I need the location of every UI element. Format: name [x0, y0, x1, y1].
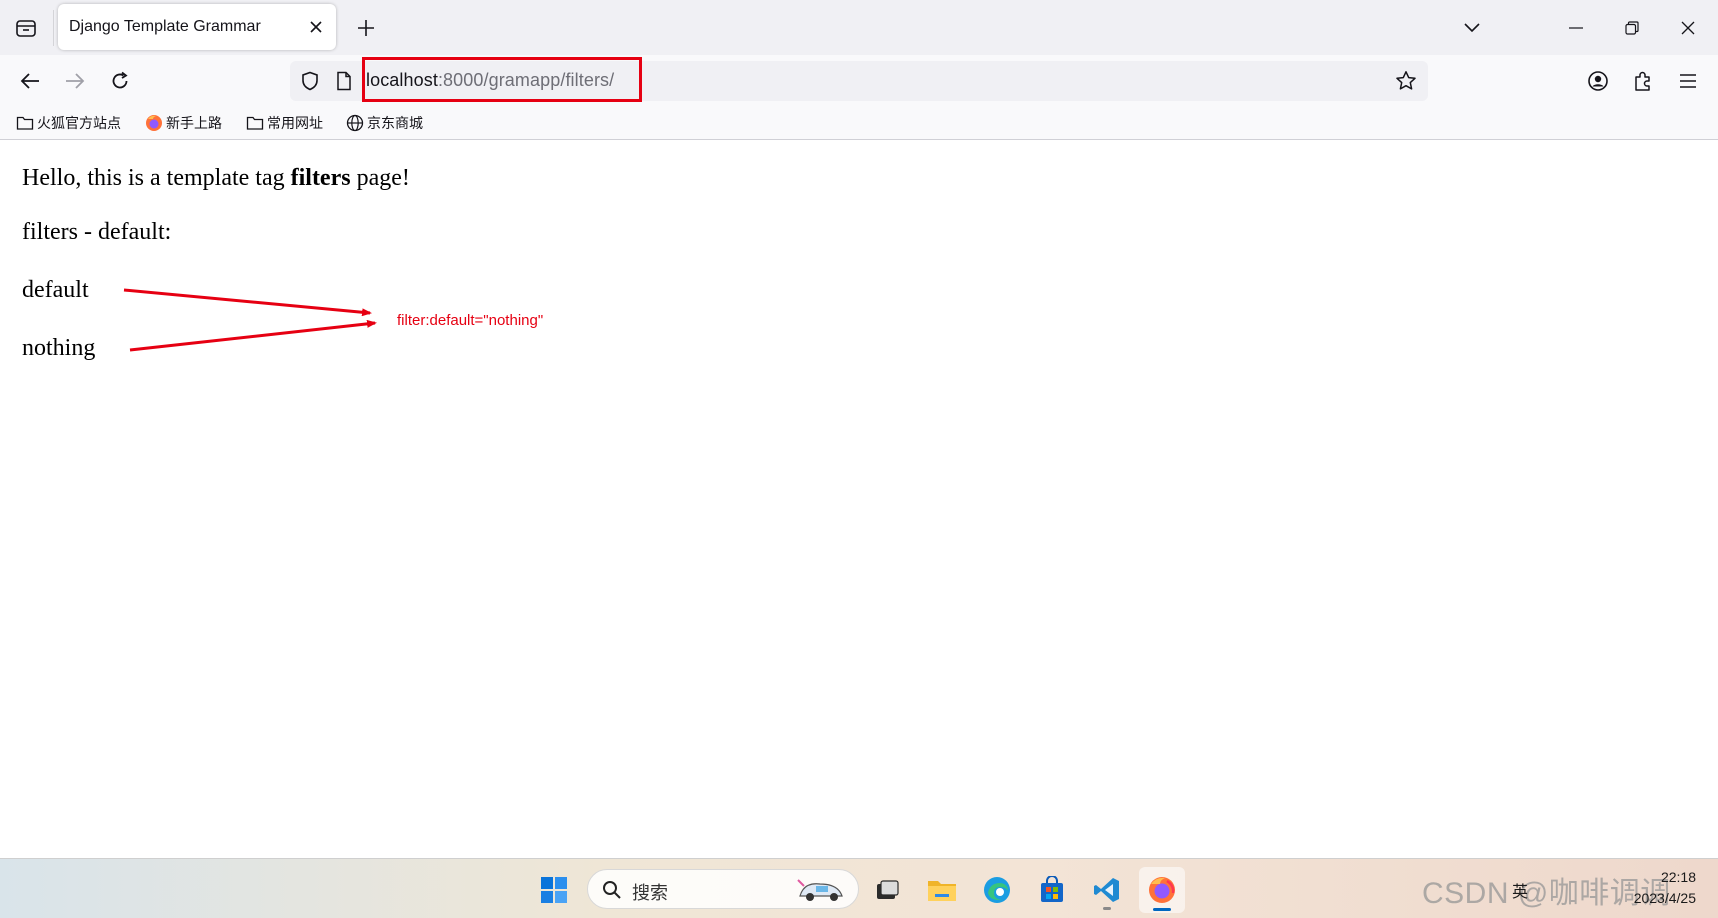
bookmark-label: 新手上路 — [166, 115, 222, 131]
task-view-icon[interactable] — [864, 867, 910, 913]
chevron-down-icon[interactable] — [1454, 10, 1490, 46]
edge-icon[interactable] — [974, 867, 1020, 913]
running-indicator — [1103, 907, 1111, 910]
language-indicator[interactable]: 英 — [1512, 878, 1528, 902]
tab-separator — [53, 10, 54, 46]
active-indicator — [1153, 908, 1171, 911]
tab-active[interactable]: Django Template Grammar — [58, 4, 336, 50]
windows-start-icon[interactable] — [531, 867, 577, 913]
menu-icon[interactable] — [1669, 62, 1707, 100]
bookmark-label: 火狐官方站点 — [37, 115, 121, 131]
close-window-icon[interactable] — [1660, 0, 1716, 55]
tab-strip: Django Template Grammar — [0, 0, 1718, 55]
taskbar-search[interactable]: 搜索 — [587, 869, 859, 909]
system-clock[interactable]: 22:18 2023/4/25 — [1634, 867, 1696, 909]
tab-close-icon[interactable] — [306, 17, 326, 37]
url-highlight-box — [362, 57, 642, 102]
bookmark-item[interactable]: 京东商城 — [346, 111, 423, 135]
globe-icon — [346, 114, 364, 132]
firefox-icon — [146, 115, 162, 131]
restore-icon[interactable] — [1604, 0, 1660, 55]
annotation-label: filter:default="nothing" — [397, 312, 544, 329]
vscode-icon[interactable] — [1084, 867, 1130, 913]
clock-time: 22:18 — [1660, 869, 1696, 885]
bookmark-item[interactable]: 常用网址 — [246, 111, 323, 135]
clock-date: 2023/4/25 — [1633, 890, 1696, 906]
firefox-taskbar-icon[interactable] — [1139, 867, 1185, 913]
shield-icon[interactable] — [298, 69, 322, 93]
page-content: Hello, this is a template tag filters pa… — [0, 141, 1718, 858]
arrow-to-default — [123, 288, 372, 317]
account-icon[interactable] — [1579, 62, 1617, 100]
extensions-icon[interactable] — [1624, 62, 1662, 100]
microsoft-store-icon[interactable] — [1029, 867, 1075, 913]
arrow-to-nothing — [129, 319, 377, 352]
folder-icon — [246, 116, 264, 130]
bookmark-item[interactable]: 火狐官方站点 — [16, 111, 121, 135]
taskbar: 搜索 CSDN @咖啡调调 英 22:18 2023/4/25 — [0, 858, 1718, 918]
bookmark-label: 常用网址 — [267, 115, 323, 131]
tab-title: Django Template Grammar — [69, 18, 261, 35]
bookmark-label: 京东商城 — [367, 115, 423, 131]
annotation-arrows — [123, 288, 377, 352]
forward-icon[interactable] — [56, 62, 94, 100]
bookmark-item[interactable]: 新手上路 — [145, 111, 222, 135]
navigation-bar: localhost:8000/gramapp/filters/ — [0, 55, 1718, 107]
search-label: 搜索 — [632, 883, 668, 903]
new-tab-icon[interactable] — [348, 10, 384, 46]
folder-icon — [16, 116, 34, 130]
bookmarks-toolbar: 火狐官方站点 新手上路 常用网址 京东商城 — [0, 107, 1718, 140]
reload-icon[interactable] — [101, 62, 139, 100]
minimize-icon[interactable] — [1548, 0, 1604, 55]
back-icon[interactable] — [11, 62, 49, 100]
search-icon — [603, 881, 621, 899]
bookmark-star-icon[interactable] — [1394, 69, 1418, 93]
page-icon[interactable] — [332, 69, 356, 93]
tab-overview-icon[interactable] — [8, 10, 44, 46]
file-explorer-icon[interactable] — [919, 867, 965, 913]
search-highlight-icon — [797, 879, 843, 901]
